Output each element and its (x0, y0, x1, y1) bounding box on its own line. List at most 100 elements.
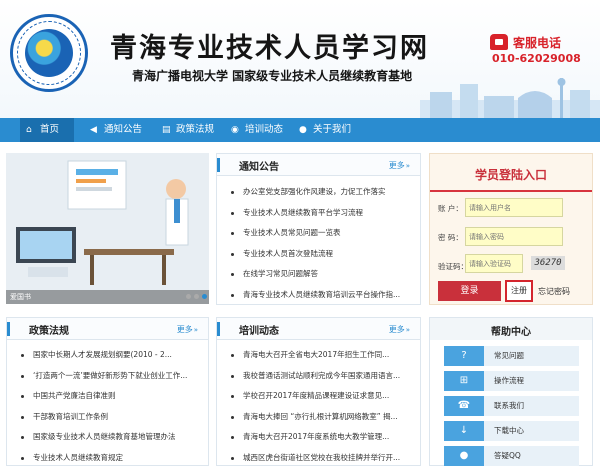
more-label: 更多 (388, 325, 405, 334)
phone-icon (490, 34, 508, 50)
banner-caption-bar (6, 290, 209, 304)
policies-title: 政策法规 (29, 326, 69, 337)
qq-icon: ● (444, 446, 484, 466)
list-item[interactable]: 在线学习常见问题解答 (217, 264, 420, 285)
city-skyline-illustration (420, 78, 600, 118)
nav-item-label: 通知公告 (104, 124, 143, 135)
captcha-input[interactable] (465, 254, 523, 273)
list-item[interactable]: 干部教育培训工作条例 (7, 407, 208, 428)
nav-item-label: 首页 (40, 124, 60, 135)
policies-panel-header: 政策法规 更多» (7, 318, 208, 340)
list-item[interactable]: 专业技术人员继续教育规定 (7, 448, 208, 466)
help-item-label: 答疑QQ (494, 451, 521, 460)
hotline-label: 客服电话 (513, 36, 562, 50)
more-label: 更多 (176, 325, 193, 334)
training-panel-header: 培训动态 更多» (217, 318, 420, 340)
register-button[interactable]: 注册 (505, 280, 533, 302)
panel-accent-bar (217, 322, 220, 336)
nav-item-training[interactable]: ◉ 培训动态 (225, 118, 297, 142)
list-item[interactable]: 青海电大召开全省电大2017年招生工作同... (217, 345, 420, 366)
nav-item-notices[interactable]: ◀ 通知公告 (84, 118, 156, 142)
nav-item-label: 关于我们 (313, 124, 352, 135)
main-nav: ⌂ 首页 ◀ 通知公告 ▤ 政策法规 ◉ 培训动态 ● 关于我们 (0, 118, 600, 142)
help-item-qq[interactable]: ● 答疑QQ (444, 446, 579, 466)
help-center-header: 帮助中心 (430, 318, 592, 340)
nav-item-label: 培训动态 (245, 124, 284, 135)
panel-accent-bar (7, 322, 10, 336)
home-icon: ⌂ (26, 125, 32, 135)
more-label: 更多 (388, 161, 405, 170)
list-item[interactable]: 我校普通话测试站顺利完成今年国家通用语言... (217, 366, 420, 387)
panel-accent-bar (217, 158, 220, 172)
password-label: 密 码： (438, 233, 463, 242)
nav-item-label: 政策法规 (176, 124, 215, 135)
help-item-contact[interactable]: ☎ 联系我们 (444, 396, 579, 416)
book-icon: ▤ (162, 125, 171, 135)
username-input[interactable] (465, 198, 563, 217)
notices-more-link[interactable]: 更多» (389, 160, 410, 171)
list-item[interactable]: 国家级专业技术人员继续教育基地管理办法 (7, 427, 208, 448)
logo-emblem-icon (25, 29, 73, 77)
password-input[interactable] (465, 227, 563, 246)
list-item[interactable]: 青海专业技术人员继续教育培训云平台操作指... (217, 285, 420, 306)
phone-icon: ☎ (444, 396, 484, 416)
help-center-panel: 帮助中心 ? 常见问题 ⊞ 操作流程 ☎ 联系我们 ↓ 下载中心 ● 答疑QQ (429, 317, 593, 466)
double-chevron-right-icon: » (405, 326, 410, 334)
training-list: 青海电大召开全省电大2017年招生工作同... 我校普通话测试站顺利完成今年国家… (217, 345, 420, 466)
list-item[interactable]: 专业技术人员首次登陆流程 (217, 244, 420, 265)
list-item[interactable]: ‘打造两个一流’要做好新形势下就业创业工作... (7, 366, 208, 387)
forgot-password-link[interactable]: 忘记密码 (538, 286, 570, 297)
help-item-label: 联系我们 (494, 401, 524, 410)
banner-illustration (6, 153, 209, 304)
site-header: 青海专业技术人员学习网 青海广播电视大学 国家级专业技术人员继续教育基地 客服电… (0, 0, 600, 118)
banner-slideshow[interactable]: 爱国书 (6, 153, 209, 304)
username-label: 账 户： (438, 204, 463, 213)
nav-item-home[interactable]: ⌂ 首页 (20, 118, 74, 142)
training-more-link[interactable]: 更多» (389, 324, 410, 335)
site-title: 青海专业技术人员学习网 (110, 33, 429, 64)
banner-caption: 爱国书 (10, 293, 31, 301)
slide-dot-3-active[interactable] (202, 294, 207, 299)
help-center-title: 帮助中心 (491, 327, 531, 338)
captcha-image[interactable]: 36270 (531, 256, 565, 270)
page: 青海专业技术人员学习网 青海广播电视大学 国家级专业技术人员继续教育基地 客服电… (0, 0, 600, 466)
help-item-process[interactable]: ⊞ 操作流程 (444, 371, 579, 391)
slide-dot-2[interactable] (194, 294, 199, 299)
list-item[interactable]: 专业技术人员常见问题一览表 (217, 223, 420, 244)
login-button[interactable]: 登录 (438, 281, 501, 301)
notices-title: 通知公告 (239, 162, 279, 173)
download-icon: ↓ (444, 421, 484, 441)
notices-list: 办公室党支部强化作风建设，力促工作落实 专业技术人员继续教育平台学习流程 专业技… (217, 182, 420, 305)
nav-item-policies[interactable]: ▤ 政策法规 (156, 118, 226, 142)
list-item[interactable]: 专业技术人员继续教育平台学习流程 (217, 203, 420, 224)
slide-dot-1[interactable] (186, 294, 191, 299)
list-item[interactable]: 城西区虎台街道社区党校在我校挂牌并举行开... (217, 448, 420, 466)
nav-item-about[interactable]: ● 关于我们 (293, 118, 365, 142)
list-item[interactable]: 中国共产党廉洁自律准则 (7, 386, 208, 407)
policies-panel: 政策法规 更多» 国家中长期人才发展规划纲要(2010 - 2... ‘打造两个… (6, 317, 209, 466)
policies-more-link[interactable]: 更多» (177, 324, 198, 335)
login-title: 学员登陆入口 (474, 168, 547, 182)
list-item[interactable]: 办公室党支部强化作风建设，力促工作落实 (217, 182, 420, 203)
double-chevron-right-icon: » (405, 162, 410, 170)
notices-panel-header: 通知公告 更多» (217, 154, 420, 176)
site-subtitle: 青海广播电视大学 国家级专业技术人员继续教育基地 (132, 69, 413, 83)
list-item[interactable]: 学校召开2017年度精品课程建设证求意见... (217, 386, 420, 407)
flowchart-icon: ⊞ (444, 371, 484, 391)
login-divider (430, 190, 592, 192)
training-panel: 培训动态 更多» 青海电大召开全省电大2017年招生工作同... 我校普通话测试… (216, 317, 421, 466)
help-item-faq[interactable]: ? 常见问题 (444, 346, 579, 366)
help-item-download[interactable]: ↓ 下载中心 (444, 421, 579, 441)
notices-panel: 通知公告 更多» 办公室党支部强化作风建设，力促工作落实 专业技术人员继续教育平… (216, 153, 421, 305)
help-item-label: 下载中心 (494, 426, 524, 435)
list-item[interactable]: 青海电大召开2017年度系统电大教学管理... (217, 427, 420, 448)
policies-list: 国家中长期人才发展规划纲要(2010 - 2... ‘打造两个一流’要做好新形势… (7, 345, 208, 466)
megaphone-icon: ◀ (90, 125, 97, 135)
captcha-label: 验证码： (438, 262, 468, 271)
double-chevron-right-icon: » (193, 326, 198, 334)
university-logo[interactable] (10, 14, 88, 92)
list-item[interactable]: 青海电大捧回 “亦行扎根计算机网络教室” 揭... (217, 407, 420, 428)
help-item-label: 操作流程 (494, 376, 524, 385)
question-icon: ? (444, 346, 484, 366)
list-item[interactable]: 国家中长期人才发展规划纲要(2010 - 2... (7, 345, 208, 366)
